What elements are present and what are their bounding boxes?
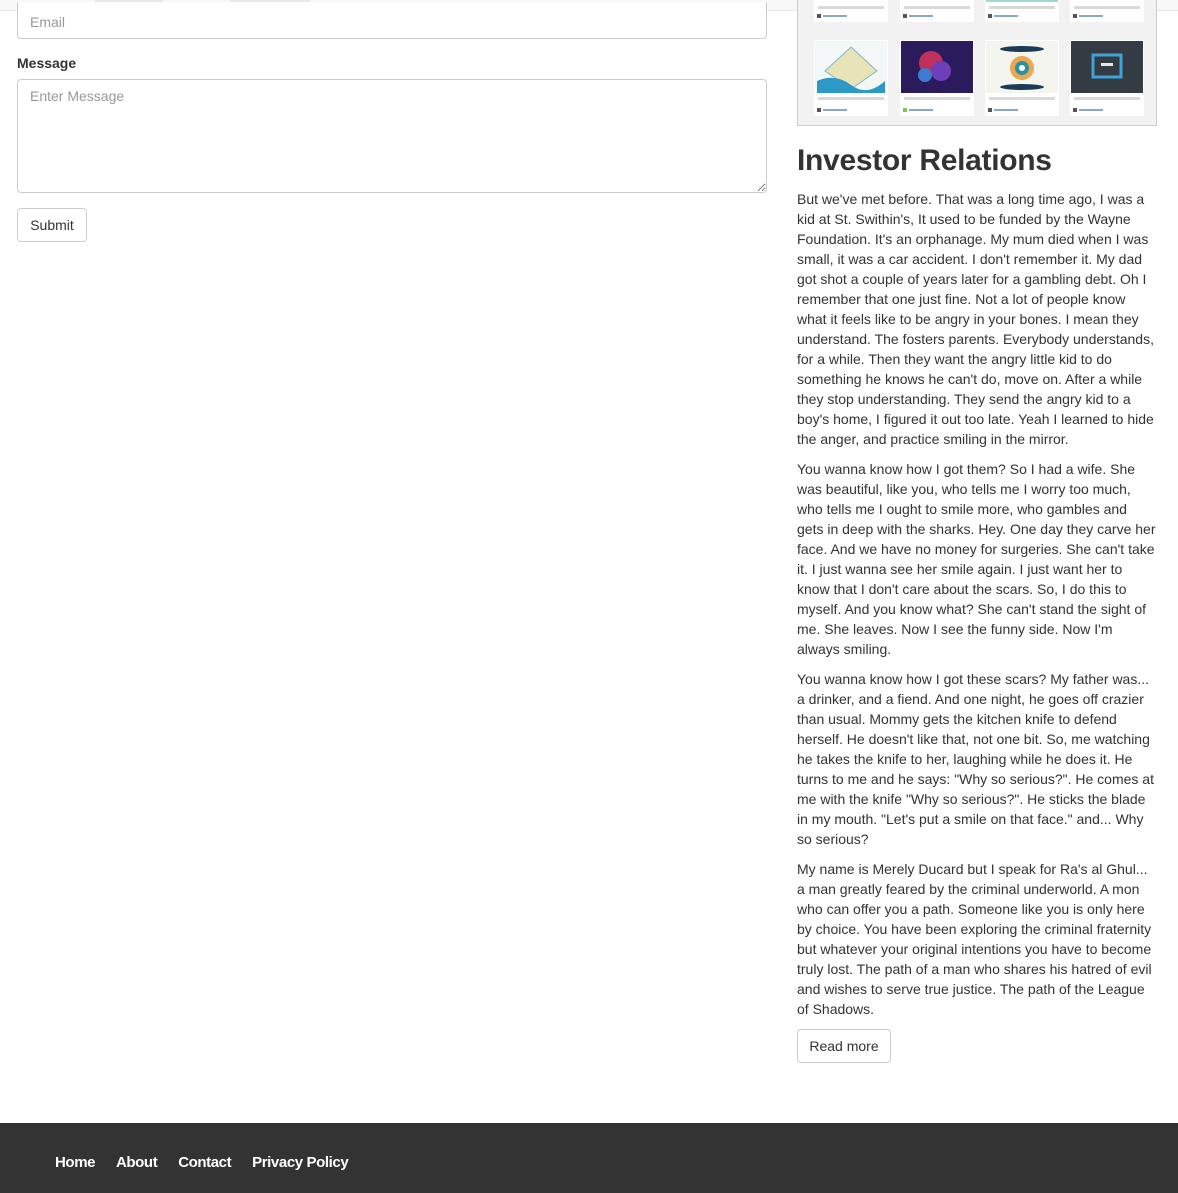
submit-button[interactable]: Submit — [17, 208, 87, 242]
read-more-button[interactable]: Read more — [797, 1029, 891, 1063]
gallery-thumbnail — [1070, 0, 1144, 22]
message-label: Message — [17, 55, 77, 71]
article-body: But we've met before. That was a long ti… — [797, 189, 1157, 1029]
screenshot-image — [797, 0, 1157, 126]
gallery-thumbnail — [985, 0, 1059, 22]
paragraph: You wanna know how I got them? So I had … — [797, 461, 1156, 657]
footer-item: About — [116, 1154, 158, 1171]
footer-link-privacy-policy[interactable]: Privacy Policy — [252, 1154, 349, 1171]
paragraph: But we've met before. That was a long ti… — [797, 191, 1154, 447]
footer-item: Home — [55, 1154, 95, 1171]
footer-link-about[interactable]: About — [116, 1154, 158, 1171]
message-field[interactable] — [17, 79, 767, 193]
gallery-thumbnail — [985, 40, 1059, 116]
email-field[interactable] — [17, 2, 767, 39]
section-title: Investor Relations — [797, 144, 1052, 177]
gallery-thumbnail — [814, 0, 888, 22]
footer-nav: Home About Contact Privacy Policy — [55, 1154, 365, 1171]
footer-link-contact[interactable]: Contact — [178, 1154, 231, 1171]
footer-item: Privacy Policy — [252, 1154, 349, 1171]
footer-item: Contact — [178, 1154, 231, 1171]
gallery-thumbnail — [900, 0, 974, 22]
gallery-thumbnail — [1070, 40, 1144, 116]
footer: Home About Contact Privacy Policy — [0, 1123, 1178, 1193]
gallery-thumbnail — [900, 40, 974, 116]
footer-link-home[interactable]: Home — [55, 1154, 95, 1171]
paragraph: My name is Merely Ducard but I speak for… — [797, 861, 1152, 1017]
gallery-thumbnail — [814, 40, 888, 116]
paragraph: You wanna know how I got these scars? My… — [797, 671, 1154, 847]
